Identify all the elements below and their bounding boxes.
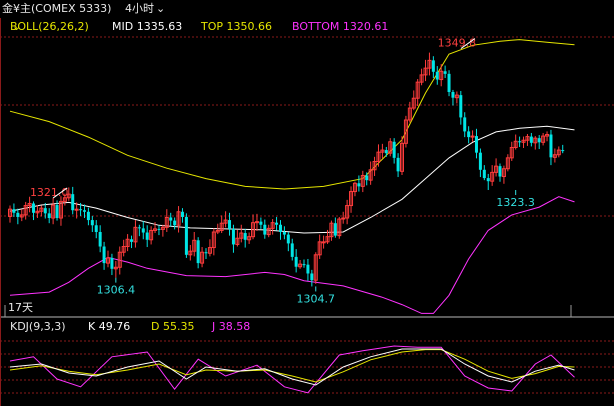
- candle-body: [71, 194, 75, 211]
- price-annotation-label: 1306.4: [97, 284, 136, 297]
- candle-body: [286, 234, 290, 244]
- candle-body: [43, 208, 47, 214]
- candle-body: [447, 73, 451, 92]
- candle-body: [110, 257, 114, 269]
- candle-body: [82, 210, 86, 212]
- candle-body: [290, 243, 294, 257]
- candlestick-series: [8, 52, 565, 287]
- boll-mid-line: [9, 125, 575, 234]
- candle-body: [243, 233, 247, 240]
- candle-body: [184, 216, 188, 255]
- candle-body: [86, 211, 90, 221]
- candle-body: [561, 150, 565, 152]
- candle-body: [275, 222, 279, 225]
- candle-body: [459, 95, 463, 118]
- candle-body: [282, 232, 286, 235]
- candle-body: [196, 240, 200, 264]
- candle-body: [482, 169, 486, 179]
- candle-body: [263, 224, 267, 235]
- candle-body: [518, 141, 522, 143]
- candle-body: [396, 157, 400, 172]
- candle-body: [384, 150, 388, 154]
- candle-body: [98, 232, 102, 247]
- candle-body: [392, 141, 396, 158]
- candle-body: [431, 60, 435, 72]
- price-annotation-label: 1323.3: [496, 196, 535, 209]
- candle-body: [498, 166, 502, 177]
- candle-body: [365, 175, 369, 181]
- candle-body: [302, 264, 306, 266]
- candle-body: [94, 225, 98, 232]
- price-annotations: 1321.0 1306.4 1304.7 1349.8 1323.3: [30, 37, 535, 306]
- price-annotation-label: 1321.0: [30, 186, 69, 199]
- candle-body: [137, 227, 141, 229]
- candle-body: [180, 211, 184, 217]
- candle-body: [259, 221, 263, 225]
- candle-body: [228, 220, 232, 229]
- candle-body: [529, 136, 533, 143]
- kdj-j-line: [9, 345, 575, 394]
- candle-body: [451, 92, 455, 98]
- candle-body: [321, 241, 326, 244]
- chart-screen: 金¥主(COMEX 5333) 4小时 ⌄ BOLL(26,26,2) ⌄ MID …: [0, 0, 614, 406]
- candle-body: [443, 71, 447, 74]
- candle-body: [357, 183, 361, 187]
- candle-body: [204, 252, 208, 254]
- candle-body: [16, 212, 20, 217]
- candle-body: [467, 131, 471, 138]
- candle-body: [278, 224, 282, 232]
- boll-bands: [9, 39, 575, 314]
- candle-body: [90, 220, 94, 226]
- candle-body: [537, 138, 541, 143]
- kdj-panel: [9, 345, 575, 394]
- candle-body: [478, 152, 482, 170]
- candle-body: [474, 136, 478, 153]
- candle-body: [306, 264, 310, 274]
- candle-body: [55, 205, 59, 218]
- candle-body: [79, 209, 83, 211]
- candle-body: [486, 178, 490, 182]
- candle-body: [32, 203, 36, 213]
- candle-body: [157, 228, 161, 230]
- boll-top-line: [9, 39, 575, 190]
- candle-body: [169, 217, 173, 221]
- price-annotation-label: 1349.8: [438, 37, 477, 50]
- candle-body: [141, 228, 145, 233]
- candle-body: [145, 232, 149, 240]
- candle-body: [463, 117, 467, 132]
- candle-body: [294, 256, 298, 267]
- candle-body: [130, 239, 134, 242]
- candle-body: [333, 223, 337, 236]
- candle-body: [12, 209, 16, 213]
- candle-body: [231, 228, 235, 245]
- candle-body: [47, 213, 51, 218]
- candle-body: [173, 220, 177, 226]
- candle-body: [549, 134, 553, 158]
- candle-body: [102, 246, 106, 264]
- candle-body: [310, 273, 314, 281]
- price-chart-canvas: 1321.0 1306.4 1304.7 1349.8 1323.3: [0, 18, 614, 406]
- candle-body: [435, 71, 439, 80]
- price-annotation-label: 1304.7: [297, 292, 336, 305]
